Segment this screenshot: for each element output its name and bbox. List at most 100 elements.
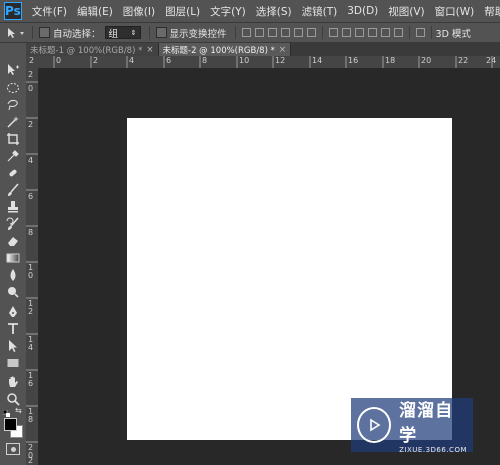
separator — [430, 26, 432, 39]
menu-view[interactable]: 视图(V) — [384, 4, 430, 19]
menu-select[interactable]: 选择(S) — [252, 4, 298, 19]
watermark-logo: 溜溜自学 ZIXUE.3D66.COM — [351, 396, 473, 454]
distribute-right-icon[interactable] — [393, 28, 403, 37]
ruler-label: 8 — [202, 56, 208, 65]
ruler-label: 2 — [28, 70, 34, 79]
menu-edit[interactable]: 编辑(E) — [73, 4, 119, 19]
ruler-label: 1 8 — [28, 407, 34, 424]
distribute-vcenter-icon[interactable] — [341, 28, 351, 37]
align-top-icon[interactable] — [241, 28, 251, 37]
eyedropper-icon[interactable] — [5, 149, 21, 163]
type-icon[interactable] — [5, 322, 21, 336]
lasso-icon[interactable] — [5, 98, 21, 112]
zoom-icon[interactable] — [5, 392, 21, 406]
ruler-label: 4 — [129, 56, 135, 65]
align-left-icon[interactable] — [280, 28, 290, 37]
vertical-ruler[interactable]: 2 0 2 4 6 8 1 0 1 2 1 4 1 6 1 8 2 0 2 — [26, 68, 39, 465]
eraser-icon[interactable] — [5, 234, 21, 248]
menu-layer[interactable]: 图层(L) — [161, 4, 206, 19]
ruler-label: 6 — [28, 192, 34, 201]
menu-type[interactable]: 文字(Y) — [206, 4, 252, 19]
clone-stamp-icon[interactable] — [5, 200, 21, 214]
tools-panel: ⇆ — [0, 43, 27, 465]
ruler-label: 24 — [486, 56, 497, 65]
ruler-label: 2 — [28, 120, 34, 129]
menu-image[interactable]: 图像(I) — [119, 4, 161, 19]
ruler-label: 22 — [458, 56, 469, 65]
tab-document-2[interactable]: 未标题-2 @ 100%(RGB/8) * × — [158, 43, 291, 56]
align-right-icon[interactable] — [306, 28, 316, 37]
auto-select-checkbox[interactable] — [39, 27, 50, 38]
horizontal-ruler[interactable]: 2 0 2 4 6 8 10 12 14 16 18 20 22 24 — [26, 56, 500, 69]
distribute-top-icon[interactable] — [328, 28, 338, 37]
menu-help[interactable]: 帮助(H) — [480, 4, 500, 19]
ruler-label: 14 — [312, 56, 323, 65]
ruler-label: 2 — [29, 56, 35, 65]
move-tool-preset-icon[interactable] — [6, 27, 28, 39]
ruler-label: 0 — [56, 56, 62, 65]
document-canvas[interactable] — [127, 118, 452, 440]
ruler-label: 10 — [239, 56, 250, 65]
show-transform-checkbox[interactable] — [155, 27, 167, 38]
mode-3d-label[interactable]: 3D 模式 — [436, 26, 471, 40]
hand-icon[interactable] — [5, 375, 21, 389]
auto-align-icon[interactable] — [415, 28, 425, 37]
watermark-title: 溜溜自学 — [399, 401, 454, 446]
menu-window[interactable]: 窗口(W) — [431, 4, 481, 19]
path-selection-icon[interactable] — [5, 339, 21, 353]
ruler-label: 18 — [385, 56, 396, 65]
brush-icon[interactable] — [5, 183, 21, 197]
spot-healing-icon[interactable] — [5, 166, 21, 180]
ruler-label: 12 — [275, 56, 286, 65]
separator — [321, 26, 323, 39]
separator — [148, 26, 150, 39]
swap-colors-icon[interactable]: ⇆ — [15, 406, 22, 415]
ruler-label: 1 6 — [28, 371, 34, 388]
elliptical-marquee-icon[interactable] — [5, 81, 21, 95]
crop-icon[interactable] — [5, 132, 21, 146]
close-icon[interactable]: × — [279, 45, 286, 55]
distribute-hcenter-icon[interactable] — [380, 28, 390, 37]
align-hcenter-icon[interactable] — [293, 28, 303, 37]
auto-select-label: 自动选择： — [53, 28, 101, 40]
align-bottom-icon[interactable] — [267, 28, 277, 37]
move-icon[interactable] — [5, 63, 21, 77]
ruler-label: 2 — [28, 456, 34, 465]
menu-bar: Ps 文件(F) 编辑(E) 图像(I) 图层(L) 文字(Y) 选择(S) 滤… — [0, 0, 500, 23]
document-tab-bar: 未标题-1 @ 100%(RGB/8) * × 未标题-2 @ 100%(RGB… — [26, 43, 500, 56]
tab-label: 未标题-2 @ 100%(RGB/8) * — [162, 45, 275, 56]
distribute-bottom-icon[interactable] — [354, 28, 364, 37]
separator — [32, 26, 33, 39]
align-vcenter-icon[interactable] — [254, 28, 264, 37]
rectangle-icon[interactable] — [5, 356, 21, 370]
magic-wand-icon[interactable] — [5, 115, 21, 129]
dodge-icon[interactable] — [5, 285, 21, 299]
auto-select-dropdown[interactable]: 组 ⇕ — [104, 26, 141, 40]
foreground-color-swatch[interactable] — [4, 418, 17, 431]
blur-icon[interactable] — [5, 268, 21, 282]
menu-3d[interactable]: 3D(D) — [343, 5, 384, 17]
ruler-label: 1 2 — [28, 299, 34, 316]
ruler-label: 1 4 — [28, 335, 34, 352]
dropdown-arrow-icon: ⇕ — [130, 28, 137, 37]
distribute-left-icon[interactable] — [367, 28, 377, 37]
close-icon[interactable]: × — [146, 45, 153, 55]
photoshop-logo: Ps — [4, 2, 22, 20]
watermark-text: 溜溜自学 ZIXUE.3D66.COM — [399, 396, 467, 454]
ruler-label: 16 — [348, 56, 359, 65]
quick-mask-icon[interactable] — [6, 443, 20, 455]
auto-select-value: 组 — [108, 28, 119, 40]
separator — [408, 26, 410, 39]
pen-icon[interactable] — [5, 305, 21, 319]
menu-file[interactable]: 文件(F) — [28, 4, 73, 19]
history-brush-icon[interactable] — [5, 217, 21, 231]
options-bar: 自动选择： 组 ⇕ 显示变换控件 3D 模式 — [0, 23, 500, 43]
default-colors-icon[interactable] — [2, 407, 10, 417]
tab-document-1[interactable]: 未标题-1 @ 100%(RGB/8) * × — [26, 43, 159, 56]
menu-filter[interactable]: 滤镜(T) — [298, 4, 344, 19]
separator — [234, 26, 236, 39]
watermark-url: ZIXUE.3D66.COM — [399, 446, 467, 454]
show-transform-label: 显示变换控件 — [169, 28, 227, 40]
ruler-label: 20 — [421, 56, 432, 65]
gradient-icon[interactable] — [5, 251, 21, 265]
